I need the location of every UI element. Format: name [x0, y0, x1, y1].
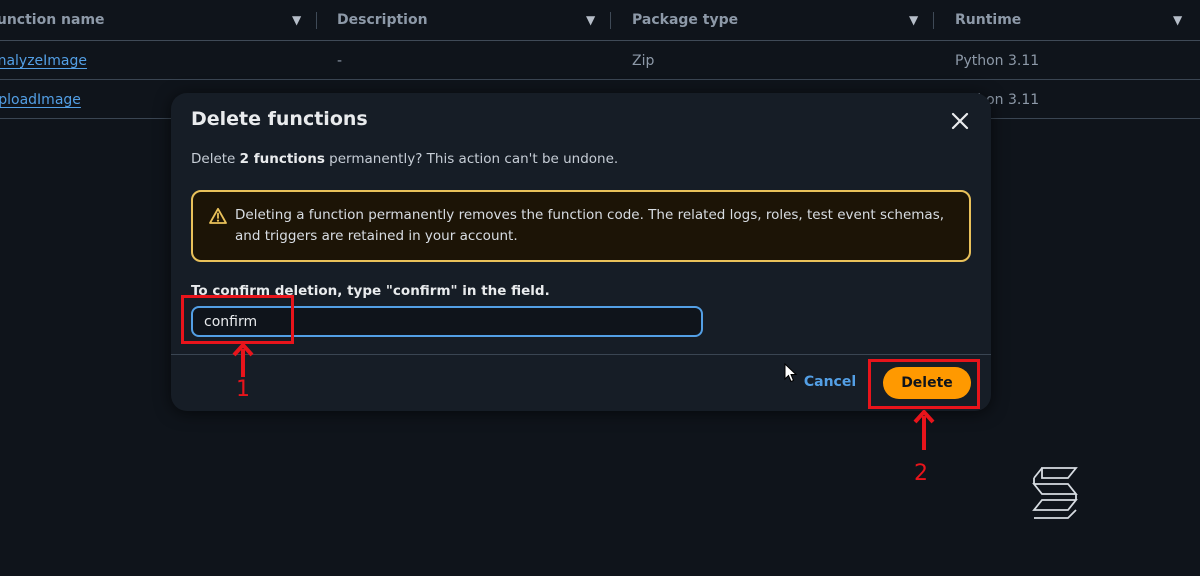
annotation-box-confirm-input	[181, 295, 294, 344]
runtime-cell: Python 3.11	[955, 53, 1040, 69]
annotation-number: 2	[914, 461, 928, 486]
table-header: Function name ▼ Description ▼ Package ty…	[0, 0, 1200, 41]
function-name-link[interactable]: UploadImage	[0, 80, 81, 118]
column-header-label: Function name	[0, 12, 105, 28]
column-header-runtime[interactable]: Runtime ▼	[955, 0, 1200, 40]
close-icon	[951, 112, 969, 130]
warning-alert: Deleting a function permanently removes …	[191, 190, 971, 262]
column-divider	[316, 12, 317, 29]
mouse-cursor-icon	[784, 363, 798, 383]
cancel-button[interactable]: Cancel	[801, 365, 859, 399]
annotation-number: 1	[236, 377, 250, 402]
annotation-box-delete-button	[868, 359, 980, 409]
column-header-function-name[interactable]: Function name ▼	[0, 0, 317, 40]
arrow-up-icon	[232, 343, 254, 377]
package-type-cell: Zip	[632, 53, 655, 69]
footer-divider	[171, 354, 991, 355]
watermark-logo-icon	[1032, 467, 1078, 519]
sort-caret-icon[interactable]: ▼	[1173, 0, 1182, 40]
column-header-description[interactable]: Description ▼	[337, 0, 611, 40]
desc-prefix: Delete	[191, 151, 240, 167]
column-header-label: Description	[337, 12, 428, 28]
modal-description: Delete 2 functions permanently? This act…	[191, 151, 618, 167]
warning-icon	[209, 207, 227, 224]
sort-caret-icon[interactable]: ▼	[909, 0, 918, 40]
warning-alert-text: Deleting a function permanently removes …	[235, 207, 945, 244]
column-divider	[933, 12, 934, 29]
sort-caret-icon[interactable]: ▼	[292, 0, 301, 40]
description-cell: -	[337, 53, 343, 69]
table-row: AnalyzeImage - Zip Python 3.11	[0, 41, 1200, 80]
sort-caret-icon[interactable]: ▼	[586, 0, 595, 40]
close-button[interactable]	[949, 110, 971, 132]
desc-suffix: permanently? This action can't be undone…	[324, 151, 619, 167]
column-header-label: Package type	[632, 12, 739, 28]
column-header-label: Runtime	[955, 12, 1022, 28]
function-name-link[interactable]: AnalyzeImage	[0, 41, 87, 79]
arrow-up-icon	[913, 410, 935, 450]
modal-title: Delete functions	[191, 108, 368, 130]
column-header-package-type[interactable]: Package type ▼	[632, 0, 934, 40]
column-divider	[610, 12, 611, 29]
desc-count: 2 functions	[239, 151, 325, 167]
